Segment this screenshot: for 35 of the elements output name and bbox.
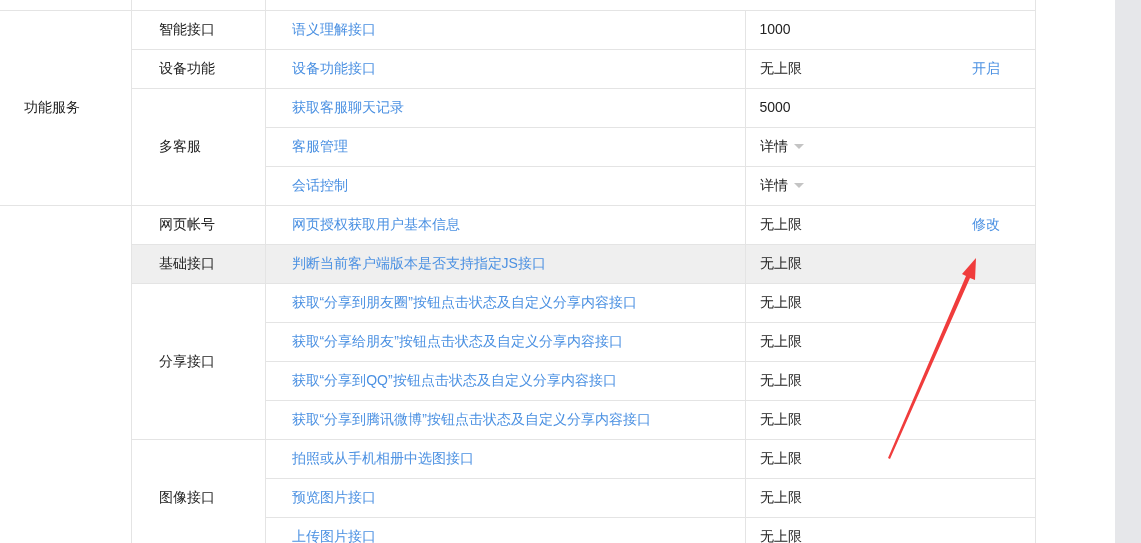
api-link[interactable]: 拍照或从手机相册中选图接口 bbox=[291, 450, 474, 466]
subgroup-label: 多客服 bbox=[158, 138, 201, 154]
details-dropdown[interactable]: 详情 bbox=[759, 175, 804, 196]
api-link[interactable]: 预览图片接口 bbox=[291, 489, 376, 505]
quota-text: 无上限 bbox=[759, 255, 802, 271]
subgroup-label: 设备功能 bbox=[158, 60, 215, 76]
caret-icon bbox=[793, 183, 804, 188]
api-link[interactable]: 上传图片接口 bbox=[291, 528, 376, 543]
quota-text: 无上限 bbox=[759, 528, 802, 543]
api-link[interactable]: 网页授权获取用户基本信息 bbox=[291, 216, 460, 232]
details-dropdown[interactable]: 详情 bbox=[759, 136, 804, 157]
quota-text: 无上限 bbox=[759, 60, 802, 76]
quota-text: 无上限 bbox=[759, 450, 802, 466]
api-link[interactable]: 客服管理 bbox=[291, 138, 348, 154]
quota-text: 5000 bbox=[759, 99, 791, 115]
subgroup-label: 分享接口 bbox=[158, 352, 215, 369]
quota-text: 无上限 bbox=[759, 489, 802, 505]
action-link[interactable]: 修改 bbox=[972, 216, 1000, 232]
quota-text: 无上限 bbox=[759, 372, 802, 388]
quota-text: 无上限 bbox=[759, 216, 802, 232]
subgroup-label: 图像接口 bbox=[158, 489, 215, 505]
quota-text: 1000 bbox=[759, 21, 791, 37]
action-link[interactable]: 开启 bbox=[972, 60, 1000, 76]
api-link[interactable]: 语义理解接口 bbox=[291, 21, 376, 37]
subgroup-label: 网页帐号 bbox=[158, 216, 215, 232]
quota-text: 无上限 bbox=[759, 294, 802, 310]
quota-text: 无上限 bbox=[759, 333, 802, 349]
category-label: 功能服务 bbox=[24, 99, 80, 115]
api-link[interactable]: 设备功能接口 bbox=[291, 60, 376, 76]
subgroup-label: 基础接口 bbox=[158, 255, 215, 271]
subgroup-label: 智能接口 bbox=[158, 21, 215, 37]
api-link[interactable]: 获取客服聊天记录 bbox=[291, 99, 404, 115]
api-link[interactable]: 会话控制 bbox=[291, 177, 348, 193]
caret-icon bbox=[793, 144, 804, 149]
quota-text: 无上限 bbox=[759, 411, 802, 427]
